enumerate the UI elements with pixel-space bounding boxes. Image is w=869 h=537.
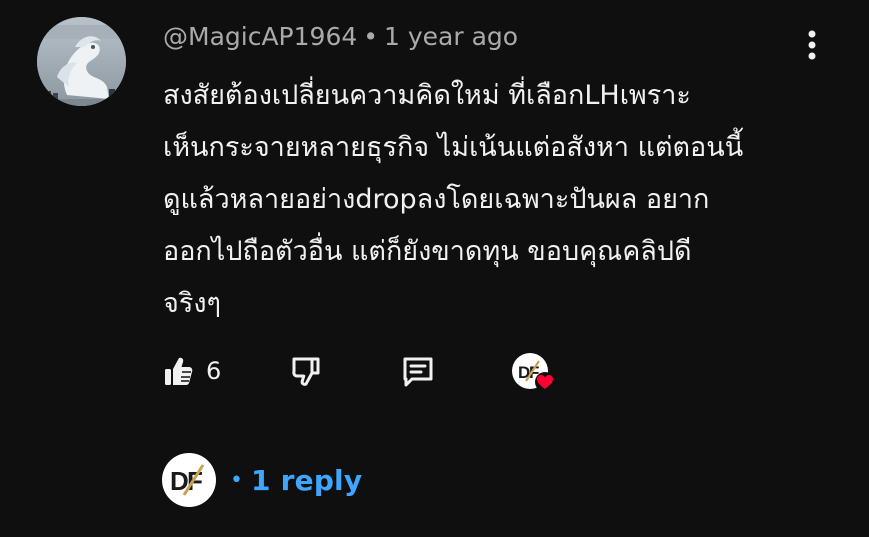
comment-meta: @MagicAP1964 • 1 year ago	[163, 20, 518, 54]
heart-icon	[535, 372, 555, 392]
meta-separator: •	[363, 22, 379, 51]
comment-line: สงสัยต้องเปลี่ยนความคิดใหม่ ที่เลือกLHเพ…	[163, 80, 691, 111]
comment-time[interactable]: 1 year ago	[384, 22, 518, 51]
creator-heart: D F	[510, 348, 555, 394]
replies-toggle[interactable]: D F • 1 reply	[162, 452, 362, 508]
comment-line: ออกไปถือตัวอื่น แต่ก็ยังขาดทุน ขอบคุณคลิ…	[163, 236, 692, 267]
like-button[interactable]: 6	[160, 348, 221, 394]
reply-button[interactable]	[400, 348, 436, 394]
author-handle[interactable]: @MagicAP1964	[163, 22, 357, 51]
thumbs-down-icon	[292, 357, 320, 386]
replies-dot: •	[230, 467, 243, 493]
avatar-image	[37, 17, 126, 106]
dislike-button[interactable]	[288, 348, 324, 394]
like-count: 6	[206, 357, 222, 385]
df-logo-icon: D F	[170, 464, 205, 496]
author-avatar[interactable]	[37, 17, 126, 106]
replier-avatar: D F	[162, 453, 216, 507]
comment-line: เห็นกระจายหลายธุรกิจ ไม่เน้นแต่อสังหา แต…	[163, 132, 744, 163]
comment-line: ดูแล้วหลายอย่างdropลงโดยเฉพาะปันผล อยาก	[163, 184, 710, 215]
comment-icon	[403, 357, 433, 387]
comment-text: สงสัยต้องเปลี่ยนความคิดใหม่ ที่เลือกLHเพ…	[163, 70, 843, 330]
replies-label[interactable]: 1 reply	[251, 464, 362, 497]
comment-line: จริงๆ	[163, 288, 222, 319]
more-options-button[interactable]	[798, 27, 826, 63]
more-vert-icon	[808, 30, 816, 60]
thumbs-up-icon	[165, 357, 193, 385]
